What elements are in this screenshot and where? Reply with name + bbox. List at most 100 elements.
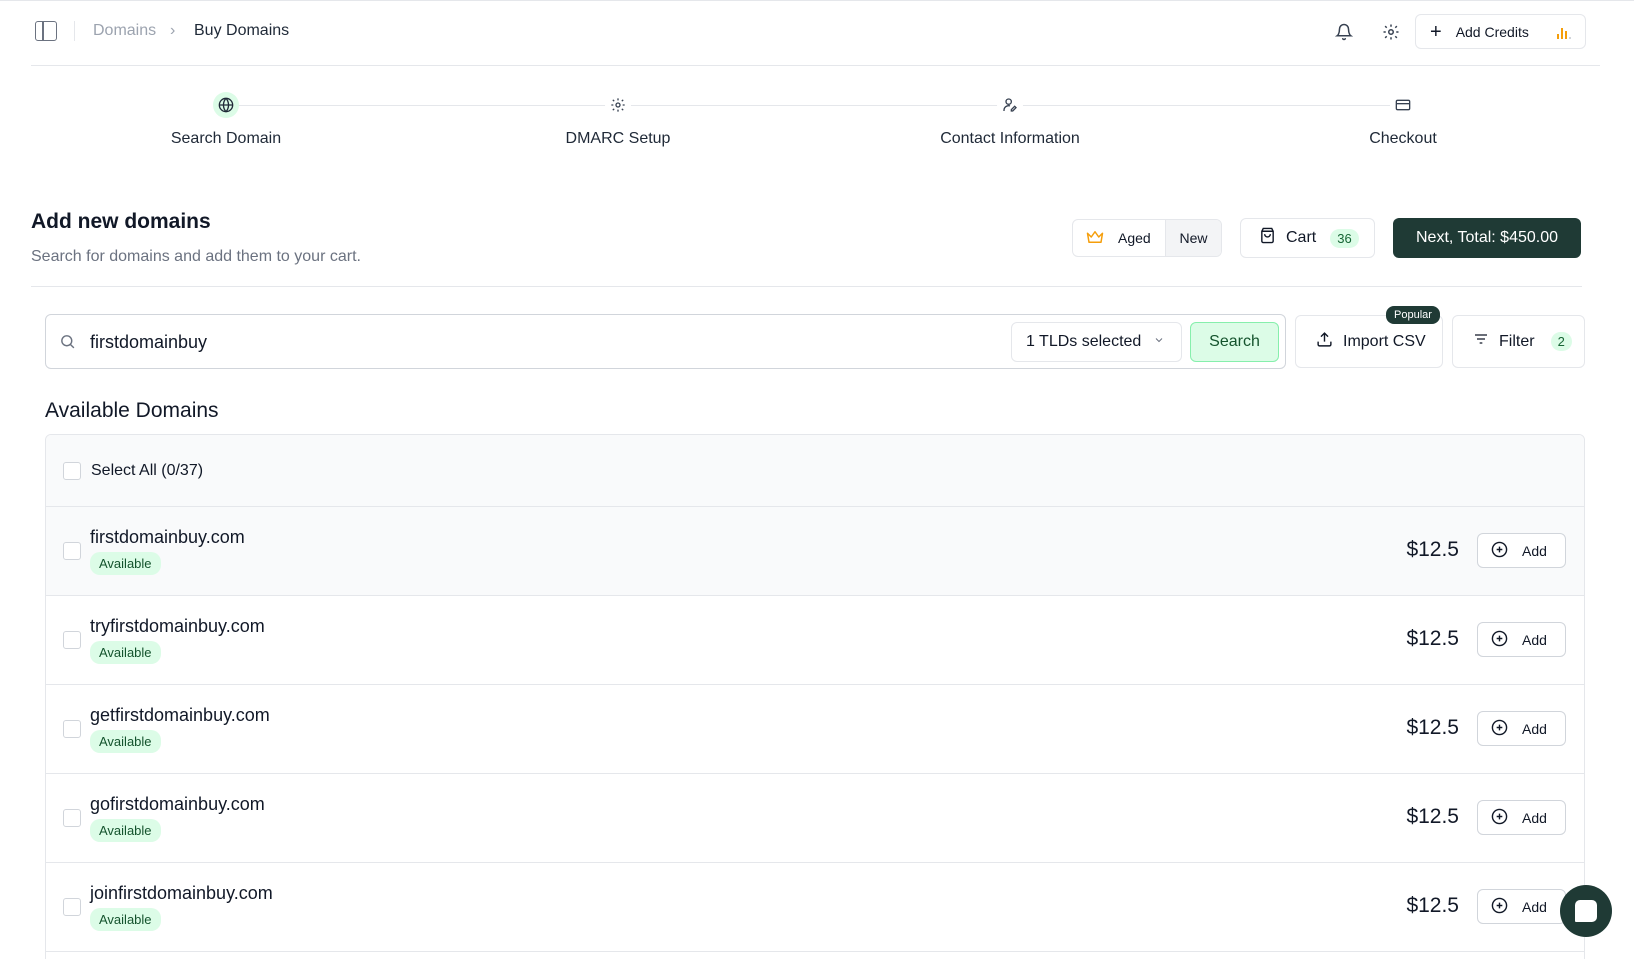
domain-name: joinfirstdomainbuy.com [90,883,273,903]
plus-circle-icon [1491,719,1508,739]
bell-icon[interactable] [1331,19,1357,45]
domain-checkbox[interactable] [63,898,81,916]
domain-checkbox[interactable] [63,720,81,738]
stepper-line [226,105,1404,106]
add-label: Add [1522,631,1547,648]
section-header: Add new domains [31,210,211,234]
step-checkout[interactable]: Checkout [1283,88,1523,148]
plus-circle-icon [1491,808,1508,828]
tld-select-label: 1 TLDs selected [1026,333,1142,350]
add-domain-button[interactable]: Add [1477,889,1566,924]
domain-search-box: 1 TLDs selected Search [45,314,1286,369]
chat-icon [1575,900,1597,922]
plus-circle-icon [1491,897,1508,917]
add-domain-button[interactable]: Add [1477,533,1566,568]
chevron-down-icon [1153,333,1165,351]
credit-level-icon [1557,28,1571,39]
step-search-domain[interactable]: Search Domain [106,88,346,148]
add-domain-button[interactable]: Add [1477,711,1566,746]
step-dmarc-setup[interactable]: DMARC Setup [498,88,738,148]
plus-icon: + [1430,20,1442,43]
breadcrumb-domains[interactable]: Domains [93,22,156,40]
plus-circle-icon [1491,630,1508,650]
add-credits-button[interactable]: + Add Credits [1415,14,1586,49]
available-domains-title: Available Domains [45,399,219,422]
domain-row: tryfirstdomainbuy.com Available $12.5 Ad… [46,596,1584,685]
plus-circle-icon [1491,541,1508,561]
shopping-bag-icon [1259,227,1276,249]
aged-new-toggle: Aged New [1072,219,1222,257]
domain-checkbox[interactable] [63,542,81,560]
globe-icon [213,92,239,118]
popular-badge: Popular [1386,306,1440,324]
status-badge: Available [90,908,161,931]
domain-price: $12.5 [1406,805,1459,828]
step-label: Search Domain [170,130,282,147]
domain-price: $12.5 [1406,538,1459,561]
breadcrumb-current: Buy Domains [194,22,290,39]
domain-checkbox[interactable] [63,809,81,827]
tld-select-dropdown[interactable]: 1 TLDs selected [1011,322,1182,362]
page-title: Add new domains [31,210,211,233]
domain-row: getfirstdomainbuy.com Available $12.5 Ad… [46,685,1584,774]
crown-icon [1086,229,1104,248]
domain-name: gofirstdomainbuy.com [90,794,265,814]
gear-icon [605,92,631,118]
user-pen-icon [997,92,1023,118]
domain-row: gofirstdomainbuy.com Available $12.5 Add [46,774,1584,863]
cart-count-badge: 36 [1330,228,1359,248]
chat-support-button[interactable] [1560,885,1612,937]
add-domain-button[interactable]: Add [1477,800,1566,835]
page-subtitle: Search for domains and add them to your … [31,248,361,265]
settings-gear-icon[interactable] [1378,19,1404,45]
add-label: Add [1522,720,1547,737]
domain-list: Select All (0/37) firstdomainbuy.com Ava… [45,434,1585,959]
status-badge: Available [90,552,161,575]
step-contact-information[interactable]: Contact Information [890,88,1130,148]
top-bar: Domains › Buy Domains + Add Credits [0,0,1634,66]
select-all-checkbox[interactable] [63,461,81,480]
chevron-right-icon: › [170,22,176,39]
cart-label: Cart [1286,229,1317,246]
domain-row: firstdomainbuy.com Available $12.5 Add [46,507,1584,596]
search-icon [59,333,76,355]
add-credits-label: Add Credits [1455,23,1529,40]
select-all-row: Select All (0/37) [46,435,1584,507]
divider [74,21,75,41]
filter-button[interactable]: Filter 2 [1452,315,1585,368]
step-label: Contact Information [940,130,1080,147]
domain-name: getfirstdomainbuy.com [90,705,270,725]
domain-name: firstdomainbuy.com [90,527,245,547]
search-input[interactable] [90,332,890,353]
domain-price: $12.5 [1406,716,1459,739]
domain-checkbox[interactable] [63,631,81,649]
credit-card-icon [1390,92,1416,118]
filter-icon [1473,331,1489,352]
status-badge: Available [90,641,161,664]
header-divider [31,65,1600,66]
sidebar-toggle-icon[interactable] [35,21,57,41]
checkout-stepper: Search Domain DMARC Setup Contact Inform… [0,88,1634,158]
new-toggle-button[interactable]: New [1165,220,1221,256]
cart-button[interactable]: Cart 36 [1240,218,1375,258]
add-label: Add [1522,809,1547,826]
step-label: DMARC Setup [565,130,671,147]
status-badge: Available [90,730,161,753]
next-total-button[interactable]: Next, Total: $450.00 [1393,218,1581,258]
upload-icon [1316,331,1333,353]
domain-price: $12.5 [1406,627,1459,650]
search-button[interactable]: Search [1190,322,1279,362]
new-label: New [1179,230,1208,246]
select-all-label: Select All (0/37) [91,461,204,479]
aged-toggle-button[interactable]: Aged [1073,220,1165,256]
aged-label: Aged [1118,230,1151,246]
import-csv-label: Import CSV [1343,332,1426,350]
filter-label: Filter [1499,332,1535,350]
section-divider [31,286,1582,287]
add-label: Add [1522,542,1547,559]
step-label: Checkout [1369,130,1437,147]
add-domain-button[interactable]: Add [1477,622,1566,657]
filter-count-badge: 2 [1550,332,1572,351]
domain-row: joinfirstdomainbuy.com Available $12.5 A… [46,863,1584,952]
domain-price: $12.5 [1406,894,1459,917]
